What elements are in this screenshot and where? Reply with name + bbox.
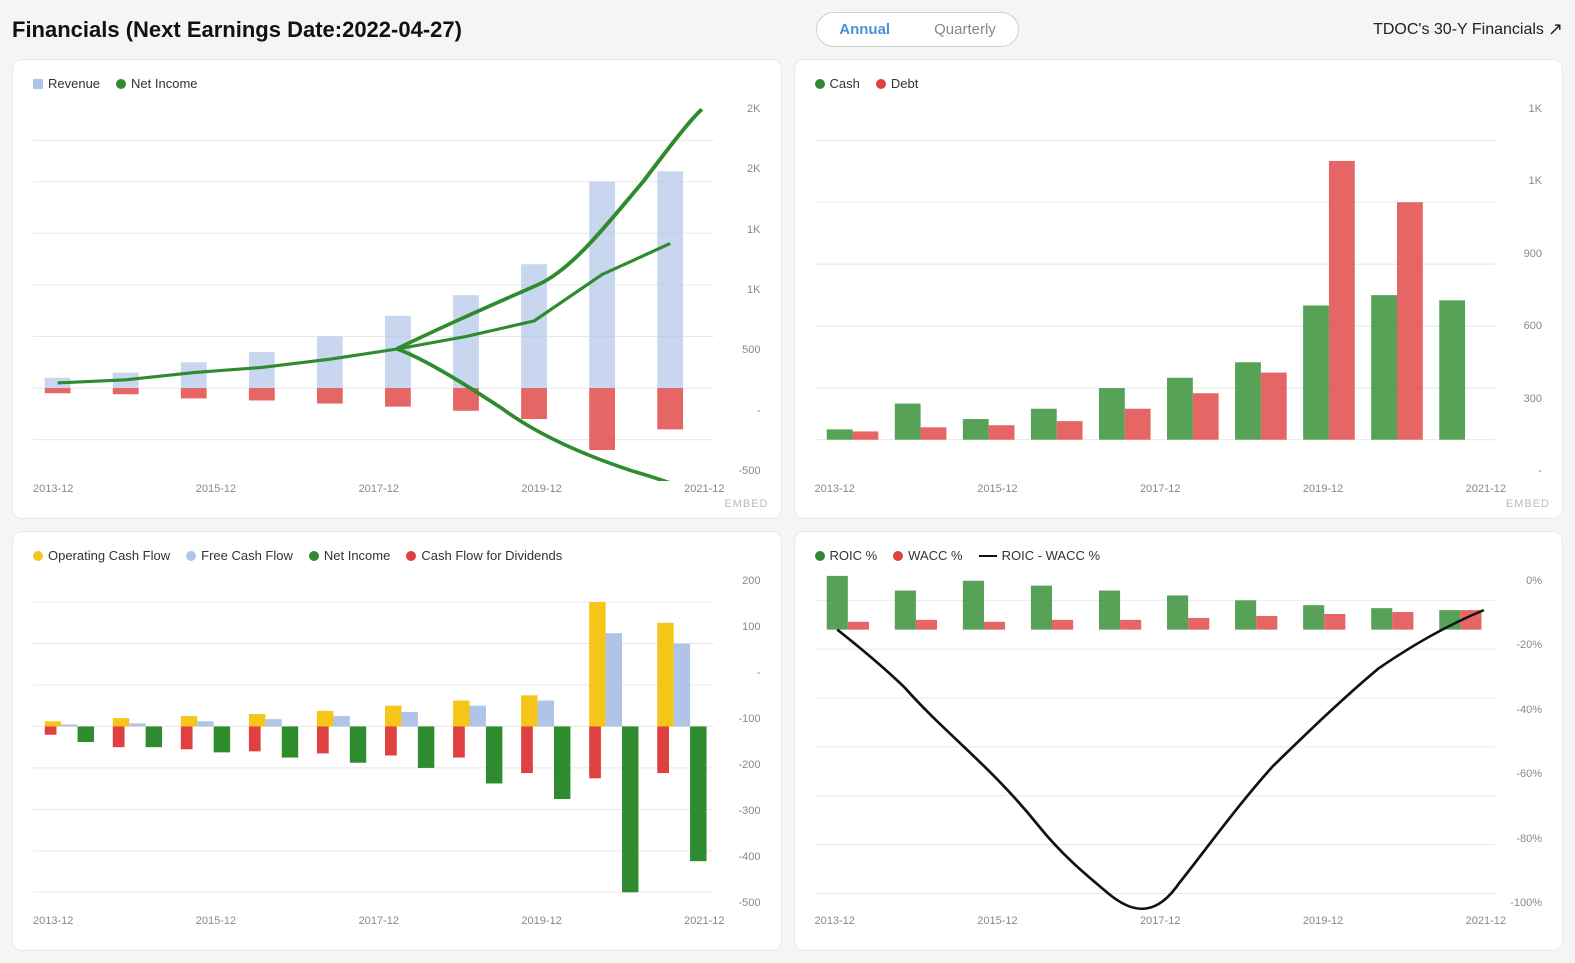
x-axis-roic: 2013-12 2015-12 2017-12 2019-12 2021-12	[815, 915, 1543, 927]
y-axis-cash: 1K 1K 900 600 300 -	[1506, 99, 1542, 481]
cashflow-svg	[33, 571, 761, 913]
revenue-icon	[33, 79, 43, 89]
embed-label-1: EMBED	[724, 498, 768, 510]
charts-grid: Revenue Net Income	[12, 59, 1563, 951]
legend-revenue: Revenue	[33, 76, 100, 91]
net-income-icon	[116, 79, 126, 89]
roic-legend: ROIC % WACC % ROIC - WACC %	[815, 548, 1543, 563]
free-cf-icon	[186, 551, 196, 561]
operating-cf-icon	[33, 551, 43, 561]
page-header: Financials (Next Earnings Date:2022-04-2…	[12, 12, 1563, 47]
cash-debt-legend: Cash Debt	[815, 76, 1543, 91]
revenue-income-area: 2K 2K 1K 1K 500 - -500	[33, 99, 761, 481]
legend-wacc: WACC %	[893, 548, 962, 563]
external-link-icon: ↗	[1548, 19, 1563, 40]
financials-link[interactable]: TDOC's 30-Y Financials ↗	[1373, 19, 1563, 40]
x-axis-revenue: 2013-12 2015-12 2017-12 2019-12 2021-12	[33, 483, 761, 495]
legend-net-income: Net Income	[116, 76, 197, 91]
roic-wacc-diff-icon	[979, 555, 997, 557]
cashflow-chart: Operating Cash Flow Free Cash Flow Net I…	[12, 531, 782, 951]
legend-dividends-cf: Cash Flow for Dividends	[406, 548, 562, 563]
roic-area: 0% -20% -40% -60% -80% -100%	[815, 571, 1543, 913]
embed-label-2: EMBED	[1506, 498, 1550, 510]
quarterly-button[interactable]: Quarterly	[912, 13, 1018, 46]
cash-debt-area: 1K 1K 900 600 300 -	[815, 99, 1543, 481]
roic-svg	[815, 571, 1543, 913]
debt-icon	[876, 79, 886, 89]
legend-operating-cf: Operating Cash Flow	[33, 548, 170, 563]
cash-icon	[815, 79, 825, 89]
legend-free-cf: Free Cash Flow	[186, 548, 293, 563]
x-axis-cash: 2013-12 2015-12 2017-12 2019-12 2021-12	[815, 483, 1543, 495]
cash-debt-svg	[815, 99, 1543, 481]
revenue-income-svg	[33, 99, 761, 481]
cashflow-legend: Operating Cash Flow Free Cash Flow Net I…	[33, 548, 761, 563]
cash-debt-chart: Cash Debt	[794, 59, 1564, 519]
x-axis-cashflow: 2013-12 2015-12 2017-12 2019-12 2021-12	[33, 915, 761, 927]
wacc-icon	[893, 551, 903, 561]
roic-wacc-chart: ROIC % WACC % ROIC - WACC %	[794, 531, 1564, 951]
net-income-cf-icon	[309, 551, 319, 561]
period-toggle: Annual Quarterly	[816, 12, 1019, 47]
cashflow-area: 200 100 - -100 -200 -300 -400 -500	[33, 571, 761, 913]
legend-net-income-cf: Net Income	[309, 548, 390, 563]
annual-button[interactable]: Annual	[817, 13, 912, 46]
y-axis-roic: 0% -20% -40% -60% -80% -100%	[1506, 571, 1542, 913]
y-axis-revenue: 2K 2K 1K 1K 500 - -500	[725, 99, 761, 481]
dividends-cf-icon	[406, 551, 416, 561]
legend-roic-wacc-diff: ROIC - WACC %	[979, 548, 1100, 563]
roic-icon	[815, 551, 825, 561]
revenue-income-legend: Revenue Net Income	[33, 76, 761, 91]
revenue-income-chart: Revenue Net Income	[12, 59, 782, 519]
y-axis-cashflow: 200 100 - -100 -200 -300 -400 -500	[725, 571, 761, 913]
legend-debt: Debt	[876, 76, 918, 91]
legend-cash: Cash	[815, 76, 860, 91]
legend-roic: ROIC %	[815, 548, 878, 563]
page-title: Financials (Next Earnings Date:2022-04-2…	[12, 17, 462, 43]
